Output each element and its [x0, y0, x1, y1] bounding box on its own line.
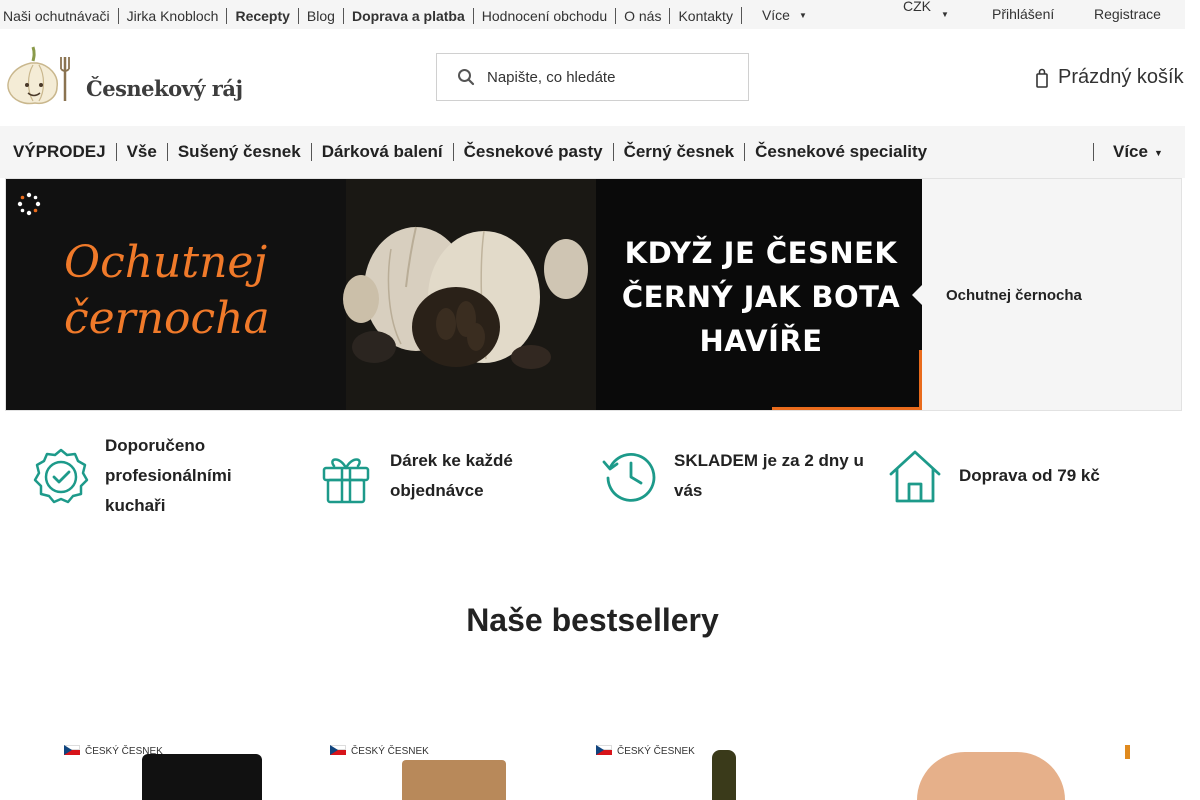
hero-slogan: KDYŽ JE ČESNEK ČERNÝ JAK BOTA HAVÍŘE [621, 236, 901, 358]
toplink-recipes[interactable]: Recepty [226, 7, 297, 24]
top-utility-bar: Naši ochutnávači Jirka Knobloch Recepty … [0, 0, 1185, 29]
benefit-gift: Dárek ke každé objednávce [316, 446, 566, 506]
toplink-contacts[interactable]: Kontakty [669, 7, 740, 24]
category-black-garlic[interactable]: Černý česnek [612, 143, 745, 161]
logo-text[interactable]: Česnekový ráj [86, 76, 243, 101]
category-garlic-pastes[interactable]: Česnekové pasty [452, 143, 613, 161]
hero-caption[interactable]: Ochutnej černocha [946, 287, 1082, 304]
product-image[interactable] [712, 750, 736, 800]
chevron-down-icon: ▼ [798, 11, 807, 21]
top-links: Naši ochutnávači Jirka Knobloch Recepty … [3, 7, 815, 25]
benefit-text: Doporučeno profesionálními kuchaři [105, 436, 232, 515]
benefit-shipping: Doprava od 79 kč [885, 446, 1135, 506]
category-sale[interactable]: VÝPRODEJ [13, 143, 116, 161]
product-card[interactable] [895, 742, 1105, 800]
product-card[interactable]: Český česnek [64, 742, 274, 800]
clock-icon [602, 453, 656, 502]
product-card[interactable]: Český česnek [330, 742, 540, 800]
login-link[interactable]: Přihlášení [992, 6, 1054, 22]
hero-left-title: Ochutnej černocha [64, 237, 270, 344]
czech-flag-icon [330, 745, 346, 755]
chevron-down-icon: ▼ [941, 10, 949, 19]
product-card[interactable] [1125, 742, 1185, 800]
product-card[interactable]: Český česnek [596, 742, 806, 800]
hero-banner[interactable]: Ochutnej černocha KDYŽ JE ČESNEK ČERNÝ J… [5, 178, 1182, 411]
cart-icon [1036, 68, 1048, 88]
product-image[interactable] [402, 760, 506, 800]
gift-icon [322, 458, 370, 504]
czech-flag-icon [64, 745, 80, 755]
chevron-down-icon: ▼ [1153, 147, 1163, 158]
cart-button[interactable]: Prázdný košík [1036, 66, 1184, 89]
product-image[interactable] [1125, 745, 1130, 759]
badge-check-icon [33, 448, 89, 504]
cart-label: Prázdný košík [1058, 66, 1184, 88]
toplink-reviews[interactable]: Hodnocení obchodu [472, 7, 615, 24]
house-icon [889, 450, 941, 503]
bestsellers-title: Naše bestsellery [466, 602, 719, 638]
benefit-text: SKLADEM je za 2 dny u vás [674, 451, 864, 500]
toplink-jirka[interactable]: Jirka Knobloch [117, 7, 227, 24]
benefit-text: Doprava od 79 kč [959, 466, 1100, 485]
toplink-more-label: Více [761, 7, 790, 23]
search-icon[interactable] [457, 68, 475, 86]
category-specialities[interactable]: Česnekové speciality [744, 143, 937, 161]
hero-corner-decoration [772, 350, 922, 410]
product-image[interactable] [142, 754, 262, 800]
toplink-about[interactable]: O nás [615, 7, 669, 24]
currency-label: CZK [903, 0, 931, 14]
search-box [436, 53, 749, 101]
category-more-label: Více [1113, 142, 1148, 161]
product-badge: Český česnek [617, 746, 695, 757]
hero-image[interactable]: Ochutnej černocha KDYŽ JE ČESNEK ČERNÝ J… [6, 179, 922, 410]
category-nav: VÝPRODEJ Vše Sušený česnek Dárková balen… [0, 126, 1185, 178]
category-more[interactable]: Více ▼ [1093, 143, 1163, 161]
product-image[interactable] [917, 752, 1065, 800]
register-link[interactable]: Registrace [1094, 6, 1161, 22]
toplink-more[interactable]: Více ▼ [740, 7, 815, 25]
search-input[interactable] [487, 64, 737, 90]
product-badge: Český česnek [351, 746, 429, 757]
garlic-logo-icon [7, 46, 70, 105]
toplink-blog[interactable]: Blog [297, 7, 343, 24]
category-all[interactable]: Vše [115, 143, 167, 161]
czech-flag-icon [596, 745, 612, 755]
category-links: VÝPRODEJ Vše Sušený česnek Dárková balen… [13, 143, 937, 161]
benefit-stock: SKLADEM je za 2 dny u vás [600, 446, 870, 506]
benefit-text: Dárek ke každé objednávce [390, 451, 513, 500]
toplink-tasters[interactable]: Naši ochutnávači [3, 8, 118, 24]
toplink-shipping[interactable]: Doprava a platba [342, 7, 473, 24]
sparkle-icon [17, 192, 41, 216]
benefit-chefs: Doporučeno profesionálními kuchaři [31, 431, 281, 521]
category-gift-packs[interactable]: Dárková balení [310, 143, 453, 161]
currency-selector[interactable]: CZK ▼ [903, 0, 949, 19]
category-dried-garlic[interactable]: Sušený česnek [166, 143, 311, 161]
hero-pointer-arrow [912, 284, 923, 306]
